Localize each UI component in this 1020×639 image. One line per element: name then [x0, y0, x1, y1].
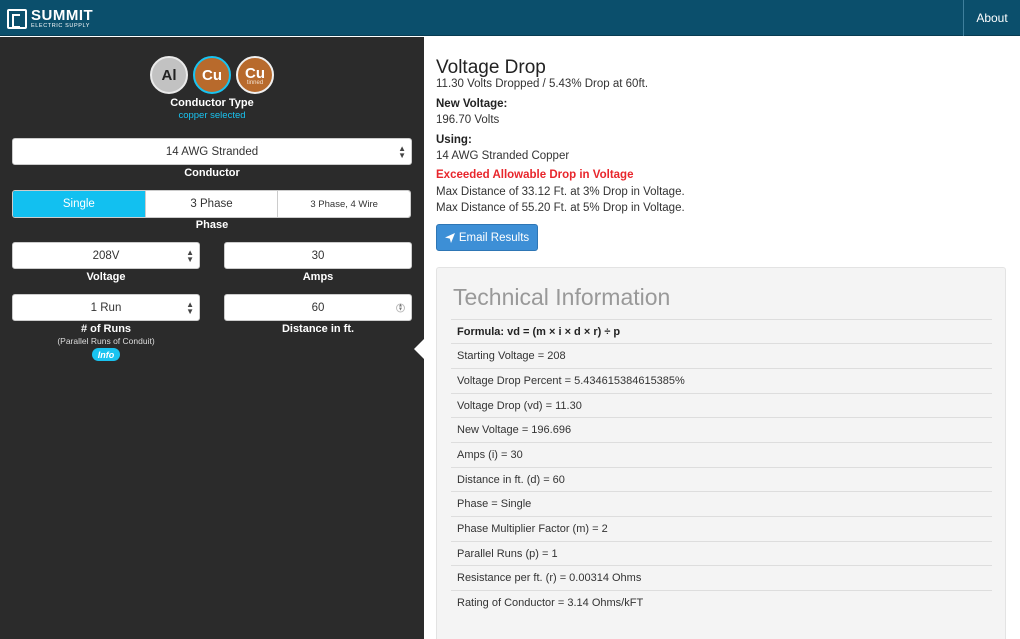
tech-row: Parallel Runs (p) = 1 [451, 541, 992, 565]
max-distance-3pct: Max Distance of 33.12 Ft. at 3% Drop in … [436, 186, 685, 198]
tech-row: Voltage Drop Percent = 5.434615384615385… [451, 368, 992, 392]
tech-row: New Voltage = 196.696 [451, 417, 992, 441]
amps-input-value: 30 [311, 249, 325, 262]
voltage-select-value: 208V [92, 249, 120, 262]
conductor-type-selected: copper selected [178, 110, 246, 121]
formula-row: Formula: vd = (m × i × d × r) ÷ p [451, 319, 992, 343]
logo-sub-text: ELECTRIC SUPPLY [31, 22, 91, 29]
runs-select-value: 1 Run [90, 301, 122, 314]
technical-info-title: Technical Information [453, 284, 671, 310]
results-title: Voltage Drop [436, 57, 546, 78]
tech-row: Amps (i) = 30 [451, 442, 992, 466]
amps-label: Amps [302, 271, 334, 283]
distance-input-value: 60 [311, 301, 325, 314]
select-caret-icon: ▲ ▼ [398, 143, 406, 160]
copper-option[interactable]: Cu [193, 56, 231, 94]
phase-toggle-group: Single 3 Phase 3 Phase, 4 Wire [12, 190, 411, 218]
tech-row: Resistance per ft. (r) = 0.00314 Ohms [451, 565, 992, 589]
paper-plane-icon [444, 232, 455, 243]
tech-row: Distance in ft. (d) = 60 [451, 467, 992, 491]
top-navbar: SUMMIT ELECTRIC SUPPLY About [0, 0, 1020, 36]
phase-three-button[interactable]: 3 Phase [145, 191, 279, 217]
voltage-select[interactable]: 208V ▲ ▼ [12, 242, 200, 269]
about-link[interactable]: About [963, 0, 1020, 36]
distance-label: Distance in ft. [281, 323, 355, 335]
copper-symbol: Cu [202, 66, 222, 84]
aluminum-option[interactable]: Al [150, 56, 188, 94]
conductor-type-label: Conductor Type [170, 97, 254, 109]
runs-label: # of Runs [80, 323, 132, 335]
conductor-label: Conductor [184, 167, 240, 179]
select-caret-icon: ▲ ▼ [186, 299, 194, 316]
max-distance-5pct: Max Distance of 55.20 Ft. at 5% Drop in … [436, 202, 685, 214]
drop-warning: Exceeded Allowable Drop in Voltage [436, 169, 634, 181]
tech-row: Voltage Drop (vd) = 11.30 [451, 393, 992, 417]
amps-input[interactable]: 30 [224, 242, 412, 269]
tinned-label: tinned [246, 79, 264, 86]
technical-info-panel: Technical Information Formula: vd = (m ×… [436, 267, 1006, 639]
runs-select[interactable]: 1 Run ▲ ▼ [12, 294, 200, 321]
tech-row: Rating of Conductor = 3.14 Ohms/kFT [451, 590, 992, 614]
results-panel: Voltage Drop 11.30 Volts Dropped / 5.43%… [424, 37, 1020, 639]
aluminum-symbol: Al [161, 66, 177, 84]
conductor-select-value: 14 AWG Stranded [165, 145, 259, 158]
select-caret-icon: ▲ ▼ [186, 247, 194, 264]
panel-pointer-arrow [414, 339, 424, 359]
runs-info-button[interactable]: Info [92, 348, 120, 361]
email-results-label: Email Results [458, 231, 530, 244]
using-label: Using: [436, 134, 472, 146]
summit-logo[interactable]: SUMMIT ELECTRIC SUPPLY [7, 8, 93, 29]
phase-label: Phase [195, 219, 229, 231]
using-value: 14 AWG Stranded Copper [436, 150, 570, 162]
distance-input[interactable]: 60 ▲ ▼ [224, 294, 412, 321]
summit-logo-icon [7, 8, 27, 29]
phase-three-four-wire-button[interactable]: 3 Phase, 4 Wire [278, 191, 410, 217]
tinned-copper-option[interactable]: Cu tinned [236, 56, 274, 94]
voltage-label: Voltage [86, 271, 126, 283]
conductor-select[interactable]: 14 AWG Stranded ▲ ▼ [12, 138, 412, 165]
number-spinner-icon[interactable]: ▲ ▼ [396, 303, 405, 312]
results-summary: 11.30 Volts Dropped / 5.43% Drop at 60ft… [436, 78, 649, 90]
email-results-button[interactable]: Email Results [436, 224, 538, 251]
new-voltage-value: 196.70 Volts [436, 114, 500, 126]
new-voltage-label: New Voltage: [436, 98, 508, 110]
tech-row: Phase Multiplier Factor (m) = 2 [451, 516, 992, 540]
runs-note: (Parallel Runs of Conduit) [57, 336, 155, 346]
tech-row: Starting Voltage = 208 [451, 343, 992, 367]
logo-main-text: SUMMIT [31, 6, 94, 24]
tech-row: Phase = Single [451, 491, 992, 515]
calculator-inputs-panel: Al Cu Cu tinned Conductor Type copper se… [0, 37, 424, 639]
phase-single-button[interactable]: Single [13, 191, 146, 217]
